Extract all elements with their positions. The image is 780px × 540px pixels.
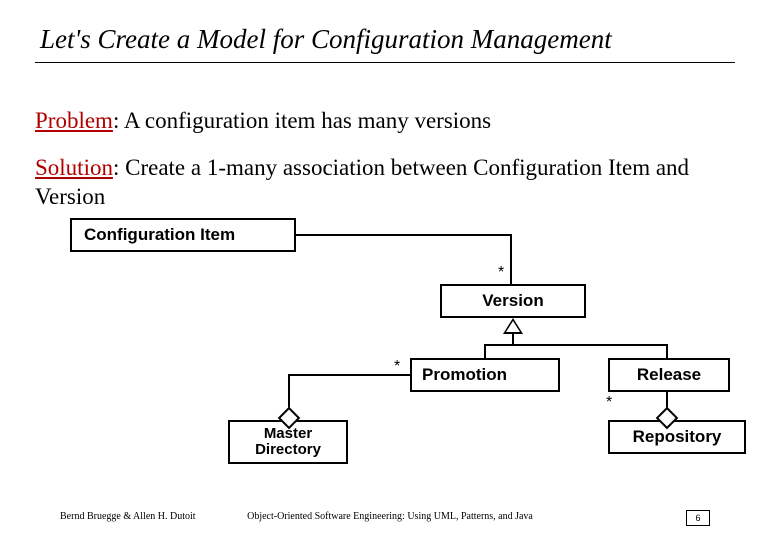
line-promo-master-h xyxy=(288,374,410,376)
line-config-version-v xyxy=(510,234,512,284)
box-configuration-item: Configuration Item xyxy=(70,218,296,252)
title-underline xyxy=(35,62,735,63)
slide-title: Let's Create a Model for Configuration M… xyxy=(40,24,740,55)
box-version: Version xyxy=(440,284,586,318)
inheritance-triangle xyxy=(503,318,523,334)
line-triangle-stem xyxy=(512,334,514,344)
solution-label: Solution xyxy=(35,155,113,180)
box-repository: Repository xyxy=(608,420,746,454)
mult-release: * xyxy=(606,394,612,412)
line-inherit-to-release xyxy=(666,344,668,358)
line-config-version-h xyxy=(296,234,512,236)
line-inherit-h xyxy=(484,344,668,346)
footer-book: Object-Oriented Software Engineering: Us… xyxy=(0,511,780,522)
problem-line: Problem: A configuration item has many v… xyxy=(35,108,735,134)
box-release: Release xyxy=(608,358,730,392)
problem-label: Problem xyxy=(35,108,113,133)
mult-version: * xyxy=(498,264,504,282)
problem-text: : A configuration item has many versions xyxy=(113,108,491,133)
footer-page: 6 xyxy=(686,510,710,526)
box-promotion: Promotion xyxy=(410,358,560,392)
solution-block: Solution: Create a 1-many association be… xyxy=(35,154,735,212)
slide: Let's Create a Model for Configuration M… xyxy=(0,0,780,540)
line-inherit-to-promo xyxy=(484,344,486,358)
solution-text: : Create a 1-many association between Co… xyxy=(35,155,689,209)
